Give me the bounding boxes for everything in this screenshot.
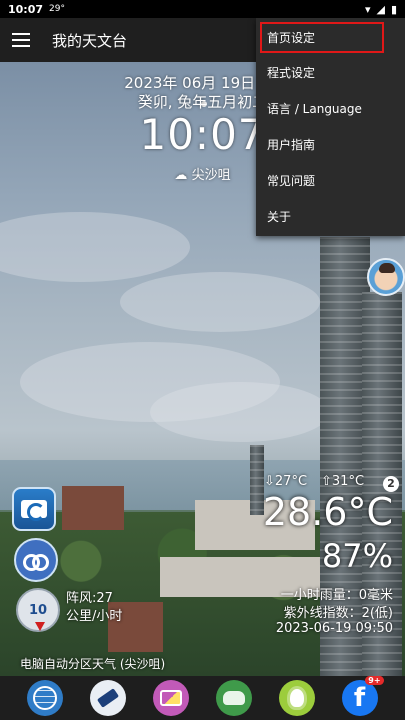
wind-compass-icon[interactable]: 10 [16, 588, 60, 632]
update-timestamp: 2023-06-19 09:50 [275, 621, 393, 636]
dock-gallery-button[interactable] [153, 680, 190, 716]
overflow-menu: 首页设定 程式设定 语言 / Language 用户指南 常见问题 关于 [256, 18, 405, 236]
min-temperature-value: 27°C [274, 474, 308, 489]
satellite-icon [97, 688, 120, 708]
bottom-dock: f 9+ [0, 676, 405, 720]
app-title: 我的天文台 [52, 31, 128, 50]
status-time: 10:07 [8, 2, 44, 16]
wind-unit-text: 公里/小时 [66, 609, 123, 624]
location-name: 尖沙咀 [191, 168, 231, 183]
dock-globe-button[interactable] [27, 680, 64, 716]
wind-compass-value: 10 [28, 602, 48, 618]
menu-item-user-guide[interactable]: 用户指南 [256, 126, 405, 162]
facebook-icon: f [353, 683, 366, 713]
dock-facebook-button[interactable]: f 9+ [341, 676, 384, 716]
max-temperature: ⇧31°C [321, 474, 365, 489]
status-bar: 10:07 29° ▾ ◢ ▮ [0, 0, 405, 18]
hamburger-menu-icon[interactable] [12, 33, 30, 47]
dock-tips-button[interactable] [278, 680, 315, 716]
avatar[interactable] [367, 258, 405, 296]
current-temperature: 28.6°C [262, 490, 393, 534]
menu-item-home-settings[interactable]: 首页设定 [259, 21, 385, 54]
max-temperature-value: 31°C [331, 474, 365, 489]
lightbulb-icon [289, 689, 304, 707]
dock-cloud-button[interactable] [215, 680, 252, 716]
uv-index-text: 紫外线指数：2(低) [283, 606, 393, 621]
min-temperature: ⇩27°C [264, 474, 308, 489]
image-icon [160, 690, 183, 706]
signal-icon: ◢ [376, 2, 385, 16]
radar-button[interactable] [12, 487, 56, 531]
notification-badge: 9+ [365, 676, 384, 685]
cloud-icon [222, 691, 245, 705]
battery-icon: ▮ [390, 2, 397, 16]
rainfall-text: 一小时雨量：0毫米 [280, 588, 393, 603]
radar-icon [21, 500, 47, 521]
menu-item-language[interactable]: 语言 / Language [256, 90, 405, 126]
status-icons: ▾ ◢ ▮ [365, 3, 397, 16]
binoculars-icon [23, 554, 49, 571]
wind-gust-text: 阵风:27 [66, 591, 113, 606]
menu-item-about[interactable]: 关于 [256, 198, 405, 234]
wifi-icon: ▾ [364, 2, 371, 16]
menu-item-app-settings[interactable]: 程式设定 [256, 54, 405, 90]
globe-icon [33, 686, 58, 710]
region-weather-label[interactable]: 电脑自动分区天气 (尖沙咀) [20, 655, 165, 672]
binoculars-button[interactable] [14, 538, 58, 582]
cloud-icon: ☁ [174, 168, 188, 183]
status-temperature: 29° [49, 4, 65, 14]
current-humidity: 87% [321, 537, 393, 575]
dock-satellite-button[interactable] [90, 680, 127, 716]
menu-item-faq[interactable]: 常见问题 [256, 162, 405, 198]
